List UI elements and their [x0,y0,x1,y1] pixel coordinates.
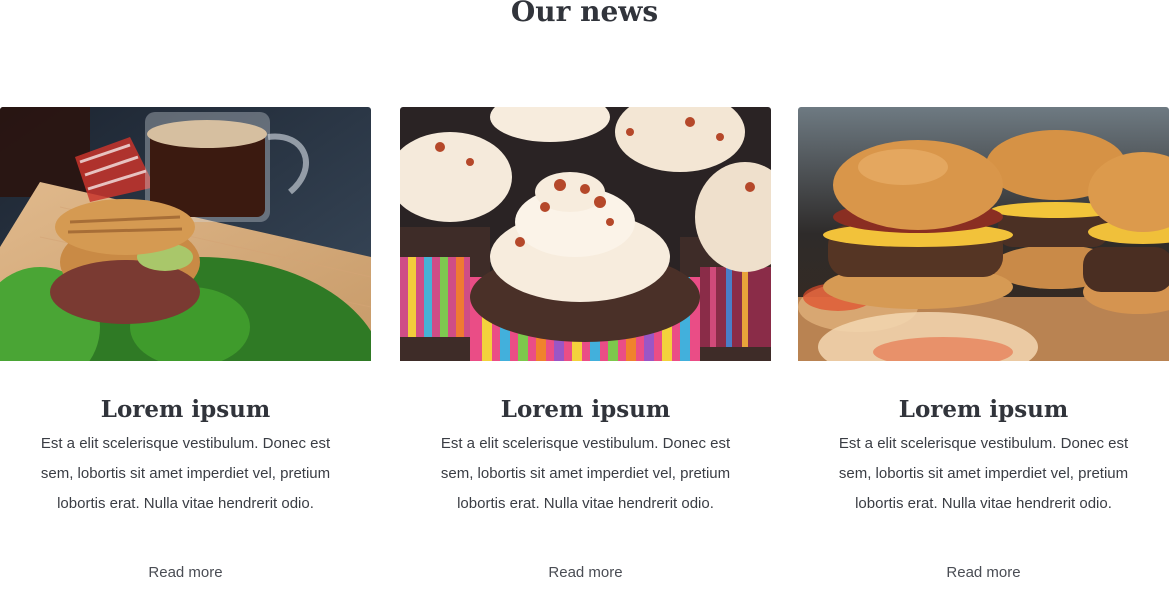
cupcakes-photo[interactable] [400,107,771,361]
card-title: Lorem ipsum [100,396,271,423]
sandwich-and-coffee-photo[interactable] [0,107,371,361]
burgers-photo[interactable] [798,107,1169,361]
card-title: Lorem ipsum [898,396,1069,423]
section-title: Our news [510,0,659,28]
card-description: Est a elit scelerisque vestibulum. Donec… [440,435,731,512]
read-more-link[interactable]: Read more [0,562,371,584]
news-card: Lorem ipsum Est a elit scelerisque vesti… [400,107,771,601]
news-card: Lorem ipsum Est a elit scelerisque vesti… [0,107,371,601]
card-description: Est a elit scelerisque vestibulum. Donec… [838,435,1129,512]
read-more-link[interactable]: Read more [400,562,771,584]
card-description: Est a elit scelerisque vestibulum. Donec… [40,435,331,512]
news-section: Our news Lorem ipsum Est a elit sceleris… [0,0,1169,601]
news-card: Lorem ipsum Est a elit scelerisque vesti… [798,107,1169,601]
card-title: Lorem ipsum [500,396,671,423]
read-more-link[interactable]: Read more [798,562,1169,584]
